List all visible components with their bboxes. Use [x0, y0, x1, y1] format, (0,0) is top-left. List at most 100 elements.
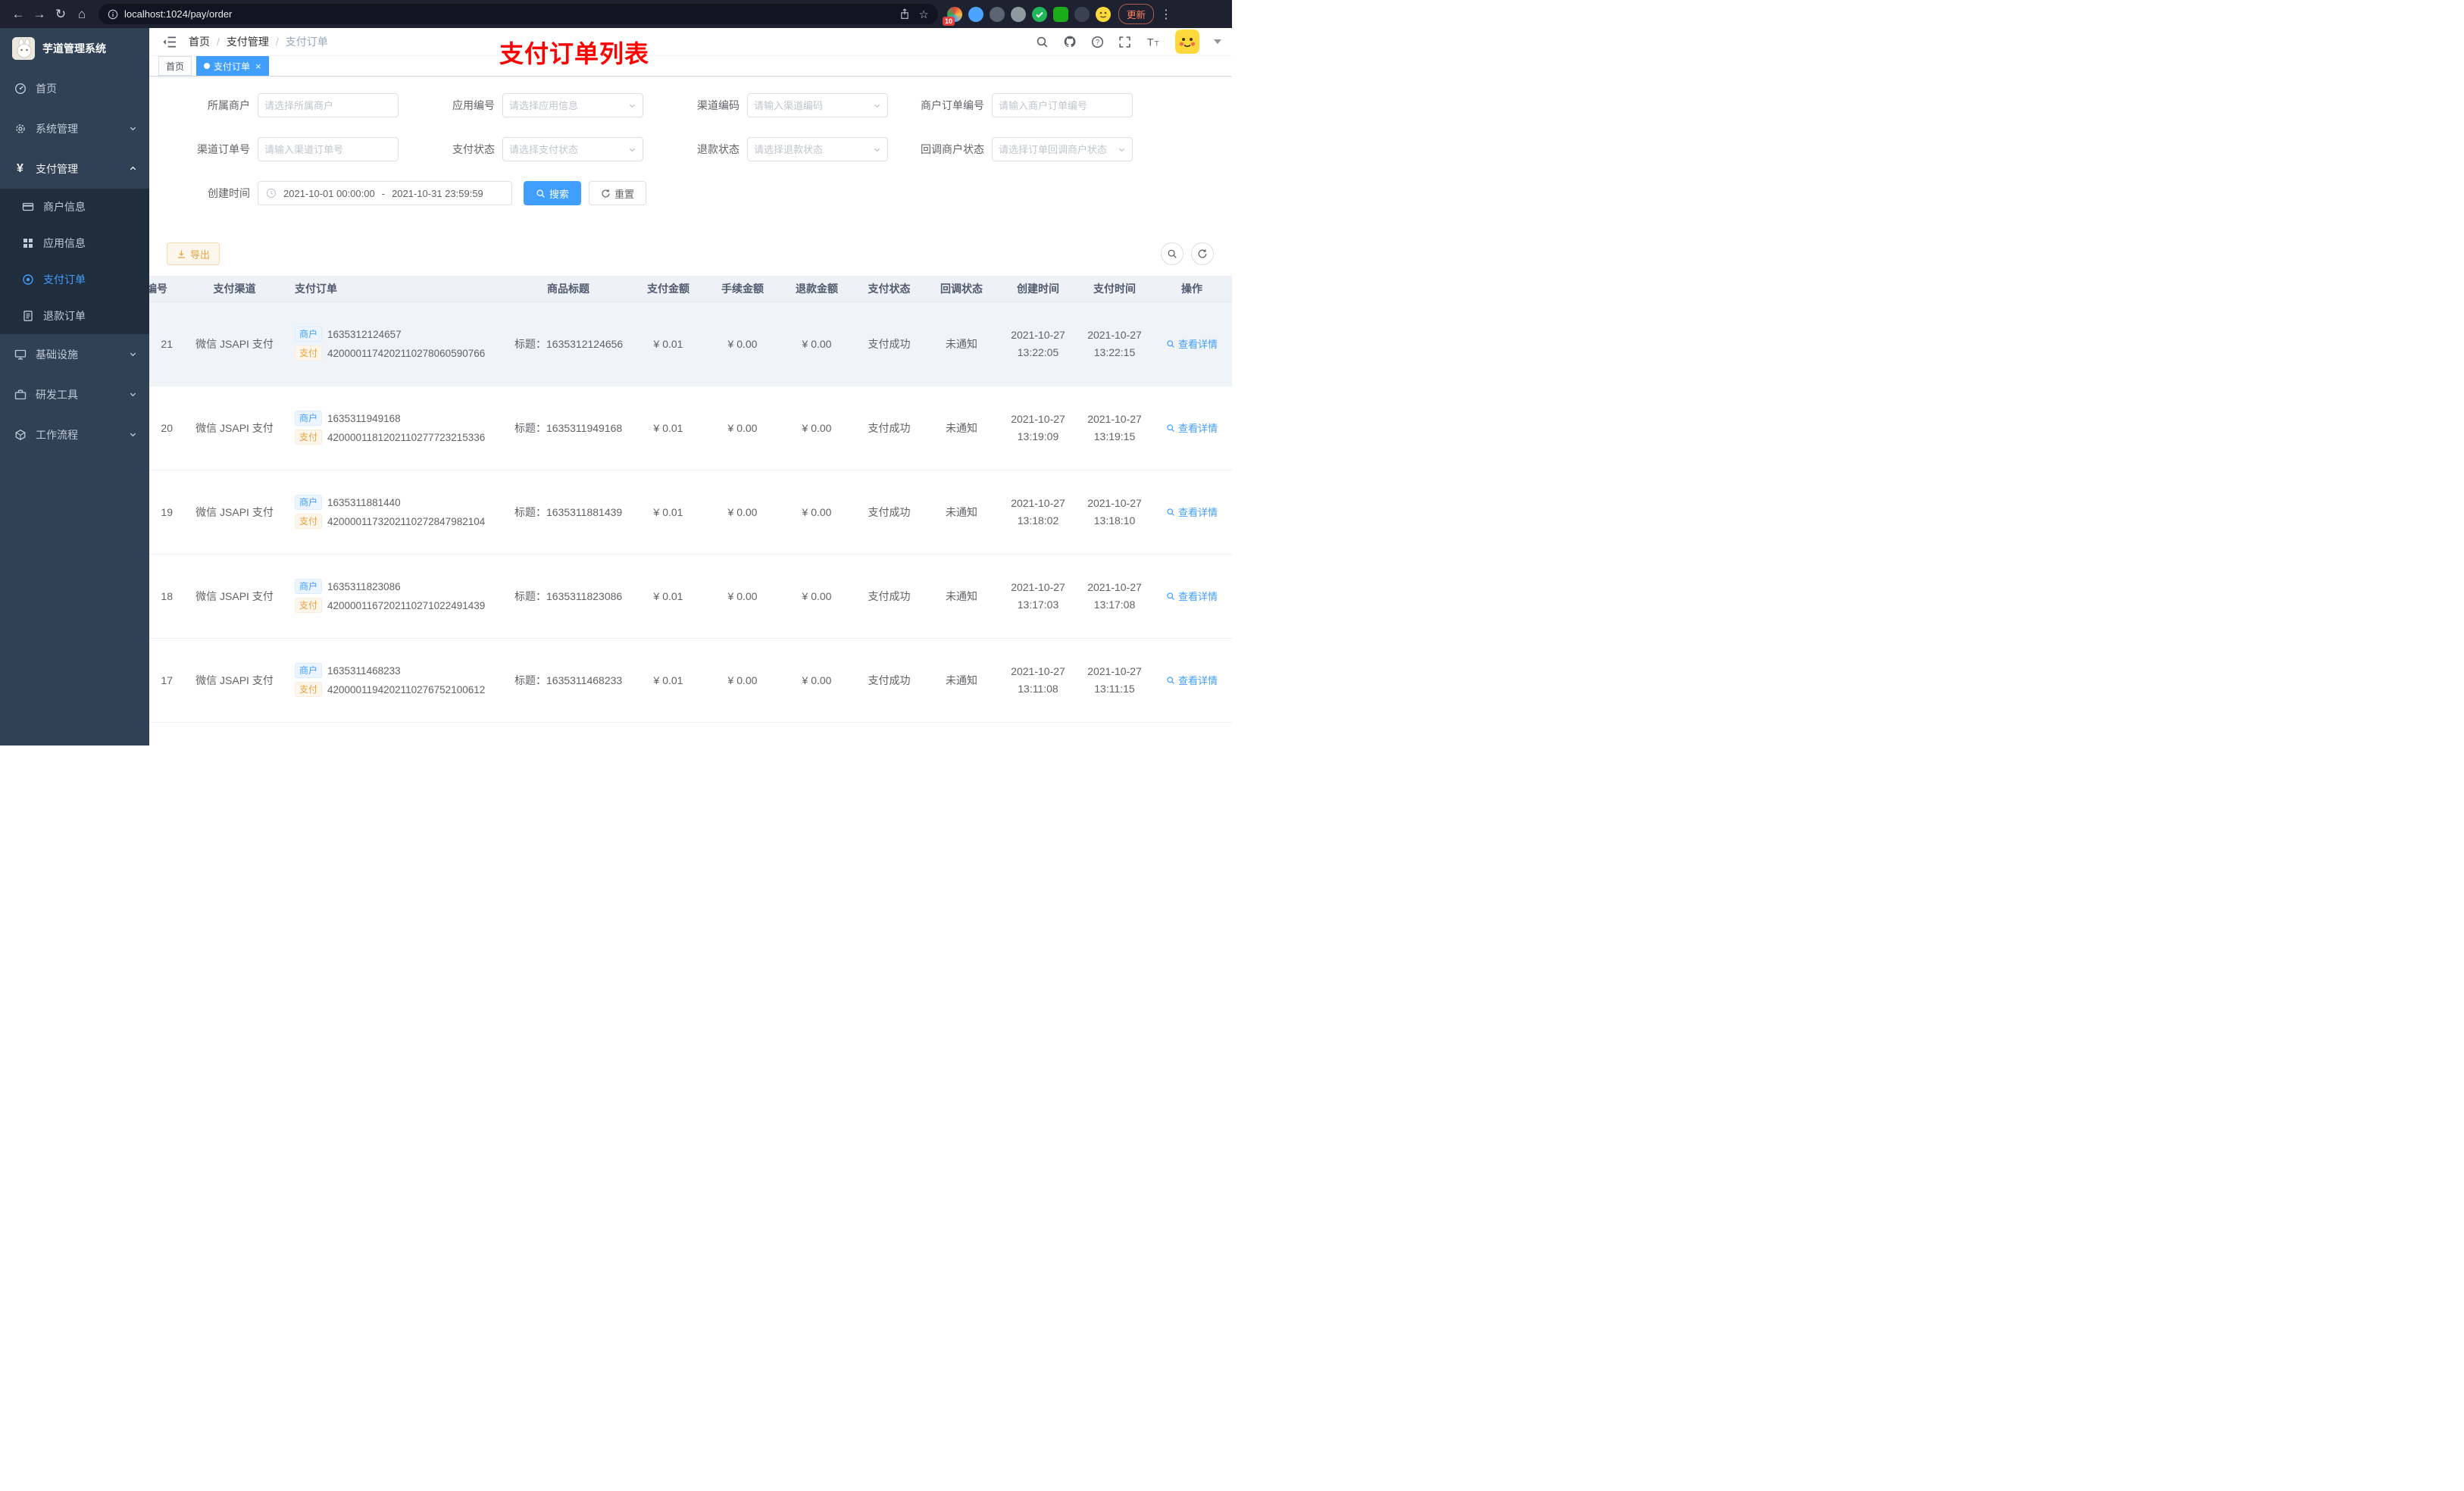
pay-status-input[interactable] — [509, 143, 625, 155]
notify-status: 未通知 — [924, 638, 999, 723]
fee-amount: ¥ 0.00 — [705, 386, 780, 470]
merchant-order-no-field[interactable] — [992, 93, 1133, 117]
breadcrumb-payment[interactable]: 支付管理 — [227, 34, 269, 49]
app-input[interactable] — [509, 99, 625, 111]
browser-update-button[interactable]: 更新 — [1118, 4, 1155, 24]
toggle-search-button[interactable] — [1161, 242, 1184, 265]
table-row[interactable]: 20 微信 JSAPI 支付 商户 1635311949168 支付 42000… — [149, 386, 1232, 470]
font-size-icon[interactable]: TT — [1146, 36, 1161, 48]
extension-icon-3[interactable] — [990, 6, 1005, 22]
sidebar-item-infrastructure[interactable]: 基础设施 — [0, 334, 149, 374]
reset-button[interactable]: 重置 — [589, 181, 647, 205]
browser-reload-button[interactable]: ↻ — [50, 4, 71, 25]
chevron-down-icon — [129, 350, 137, 358]
date-end: 2021-10-31 23:59:59 — [392, 187, 483, 199]
extension-icon-6[interactable] — [1053, 6, 1068, 22]
create-time: 2021-10-27 13:22:05 — [1011, 329, 1065, 358]
notify-status-select[interactable] — [992, 137, 1133, 161]
user-avatar[interactable] — [1175, 30, 1199, 54]
notify-status-input[interactable] — [999, 143, 1115, 155]
sidebar-item-payment[interactable]: ¥ 支付管理 — [0, 148, 149, 189]
extension-icon-7[interactable] — [1074, 6, 1090, 22]
user-menu-caret-icon[interactable] — [1214, 39, 1221, 44]
sidebar-item-pay-order[interactable]: 支付订单 — [0, 261, 149, 298]
merchant-tag: 商户 — [295, 327, 323, 342]
view-detail-link[interactable]: 查看详情 — [1166, 673, 1218, 687]
address-bar[interactable]: localhost:1024/pay/order ☆ — [98, 4, 938, 24]
tab-home[interactable]: 首页 — [158, 56, 192, 76]
chevron-down-icon — [129, 124, 137, 133]
view-detail-link[interactable]: 查看详情 — [1166, 420, 1218, 435]
sidebar-item-merchant-info[interactable]: 商户信息 — [0, 189, 149, 225]
app-logo[interactable]: 芋道管理系统 — [0, 28, 149, 68]
share-icon[interactable] — [899, 8, 910, 20]
extension-icon-8[interactable] — [1096, 6, 1111, 22]
sidebar-item-app-info[interactable]: 应用信息 — [0, 225, 149, 261]
channel-order-no-field[interactable] — [258, 137, 399, 161]
create-time: 2021-10-27 13:11:08 — [1011, 665, 1065, 695]
pay-tag: 支付 — [295, 682, 323, 697]
view-detail-link[interactable]: 查看详情 — [1166, 336, 1218, 351]
gear-icon — [14, 122, 27, 135]
sidebar-item-home[interactable]: 首页 — [0, 68, 149, 108]
merchant-tag: 商户 — [295, 411, 323, 426]
refund-status-select[interactable] — [747, 137, 888, 161]
channel-order-no-input[interactable] — [264, 143, 392, 155]
export-button[interactable]: 导出 — [167, 242, 220, 265]
sidebar-item-refund-order[interactable]: 退款订单 — [0, 298, 149, 334]
site-info-icon[interactable] — [108, 9, 118, 20]
merchant-select[interactable] — [258, 93, 399, 117]
chevron-down-icon — [873, 145, 881, 154]
channel-code-select[interactable] — [747, 93, 888, 117]
payment-submenu: 商户信息 应用信息 支付订单 退款订单 — [0, 189, 149, 334]
merchant-order-no-input[interactable] — [999, 99, 1126, 111]
close-icon[interactable]: × — [255, 61, 261, 71]
breadcrumb-home[interactable]: 首页 — [189, 34, 210, 49]
bookmark-star-icon[interactable]: ☆ — [919, 8, 929, 21]
date-range-picker[interactable]: 2021-10-01 00:00:00 - 2021-10-31 23:59:5… — [258, 181, 512, 205]
refund-status-input[interactable] — [754, 143, 870, 155]
browser-home-button[interactable]: ⌂ — [71, 4, 92, 25]
fullscreen-icon[interactable] — [1118, 36, 1131, 48]
extension-badge: 10 — [943, 16, 955, 26]
pay-status-select[interactable] — [502, 137, 643, 161]
extension-icon-4[interactable] — [1011, 6, 1026, 22]
table-row[interactable]: 21 微信 JSAPI 支付 商户 1635312124657 支付 42000… — [149, 302, 1232, 386]
table-row[interactable]: 19 微信 JSAPI 支付 商户 1635311881440 支付 42000… — [149, 470, 1232, 555]
view-detail-link[interactable]: 查看详情 — [1166, 505, 1218, 519]
pay-status: 支付成功 — [854, 554, 924, 639]
github-icon[interactable] — [1063, 35, 1077, 48]
table-row[interactable]: 商户 1635311151786 支付 标题： 查看详情 — [149, 722, 1232, 746]
product-title: 1635311881439 — [546, 505, 623, 518]
browser-forward-button[interactable]: → — [29, 4, 50, 25]
channel-code-input[interactable] — [754, 99, 870, 111]
browser-back-button[interactable]: ← — [8, 4, 29, 25]
tab-pay-order[interactable]: 支付订单 × — [196, 56, 269, 76]
refund-amount — [780, 722, 854, 746]
sidebar-item-dev-tools[interactable]: 研发工具 — [0, 374, 149, 414]
merchant-input[interactable] — [264, 99, 392, 111]
merchant-tag: 商户 — [295, 579, 323, 594]
browser-menu-icon[interactable]: ⋮ — [1160, 7, 1172, 22]
extension-icon-2[interactable] — [968, 6, 983, 22]
search-button[interactable]: 搜索 — [524, 181, 582, 205]
merchant-order-no: 1635311949168 — [327, 412, 401, 424]
table-row[interactable]: 17 微信 JSAPI 支付 商户 1635311468233 支付 42000… — [149, 638, 1232, 723]
filter-merchant: 所属商户 — [167, 93, 411, 117]
extension-icon-5[interactable] — [1032, 6, 1047, 22]
app-select[interactable] — [502, 93, 643, 117]
search-icon[interactable] — [1036, 36, 1049, 48]
refresh-button[interactable] — [1191, 242, 1214, 265]
sidebar-toggle-icon[interactable] — [155, 28, 183, 55]
extension-icon-1[interactable]: 10 — [943, 6, 962, 26]
breadcrumb-separator: / — [217, 36, 220, 48]
help-icon[interactable]: ? — [1091, 36, 1104, 48]
view-detail-link[interactable]: 查看详情 — [1166, 589, 1218, 603]
sidebar-item-workflow[interactable]: 工作流程 — [0, 414, 149, 455]
sidebar-item-system[interactable]: 系统管理 — [0, 108, 149, 148]
url-text: localhost:1024/pay/order — [124, 8, 233, 20]
fee-amount: ¥ 0.00 — [705, 638, 780, 723]
table-row[interactable]: 18 微信 JSAPI 支付 商户 1635311823086 支付 42000… — [149, 554, 1232, 639]
monitor-icon — [14, 348, 27, 361]
sidebar-item-label: 支付订单 — [43, 274, 86, 286]
